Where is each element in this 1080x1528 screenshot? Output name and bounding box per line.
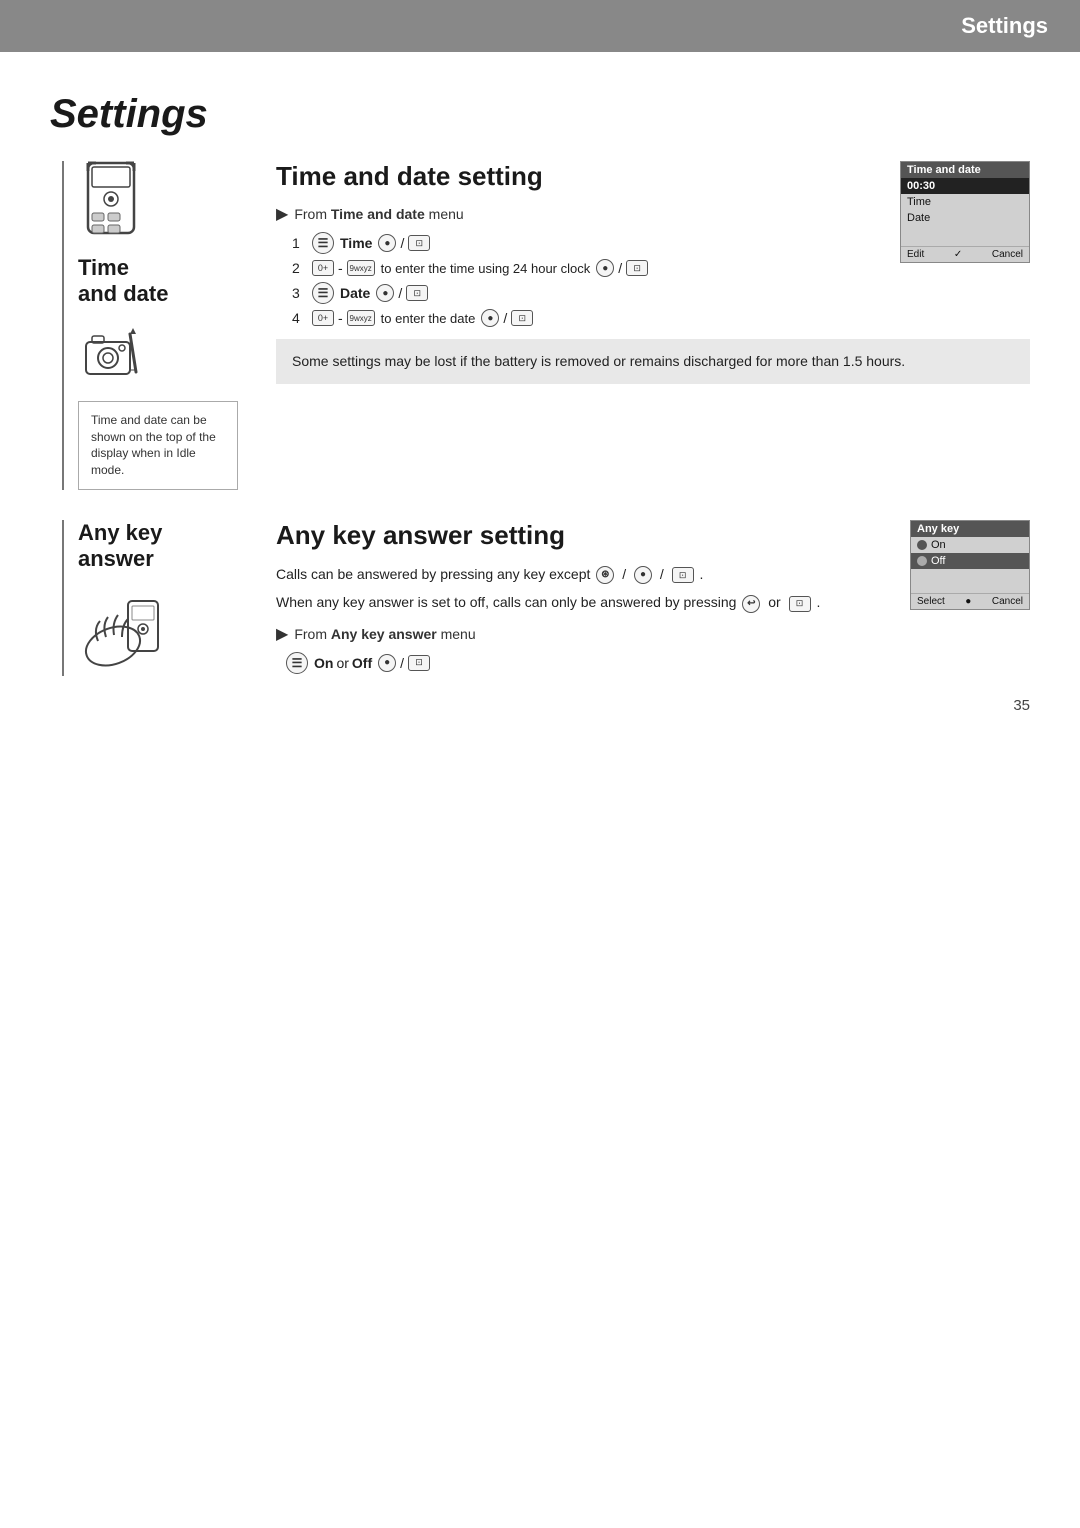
radio-off-icon [917, 556, 927, 566]
anykey-sidebar: Any key answer [50, 520, 260, 676]
arrow-icon-time: ▶ [276, 204, 288, 224]
screen-footer-anykey: Select ● Cancel [911, 593, 1029, 609]
screen-time-value: 00:30 [901, 178, 1029, 194]
except-icon3: ⊡ [672, 567, 694, 583]
tooltip-box-time: Time and date can be shown on the top of… [78, 401, 238, 490]
step-2-time: 2 0+ - 9wxyz to enter the time using 24 … [292, 259, 884, 277]
on-off-row: ☰ On or Off ● / ⊡ [284, 652, 1030, 674]
back-btn-anykey: ⊡ [408, 655, 430, 671]
anykey-content: Any key On Off Select ● Cancel Any key a… [260, 520, 1030, 676]
page-number: 35 [1013, 697, 1030, 714]
screen-footer-time: Edit ✓ Cancel [901, 246, 1029, 262]
time-date-sidebar: Time and date Ti [50, 161, 260, 490]
page-title: Settings [50, 92, 1030, 137]
time-date-label-wrap: Time and date Ti [50, 161, 260, 490]
anykey-label: Any key answer [78, 520, 260, 573]
time-date-label: Time and date [78, 255, 260, 308]
select-btn-2: ● [596, 259, 614, 277]
zero-plus-btn-4: 0+ [312, 310, 334, 326]
back-btn-3: ⊡ [406, 285, 428, 301]
anykey-label-wrap: Any key answer [50, 520, 260, 676]
accessories-icon-time [78, 324, 148, 384]
screen-on-row: On [911, 537, 1029, 553]
screen-mockup-time: Time and date 00:30 Time Date Edit ✓ Can… [900, 161, 1030, 263]
main-content: Settings [0, 52, 1080, 746]
nine-wxyz-btn-4: 9wxyz [347, 310, 375, 326]
call-back-icon: ↩ [742, 595, 760, 613]
time-date-content: Time and date 00:30 Time Date Edit ✓ Can… [260, 161, 1030, 490]
back-btn-1: ⊡ [408, 235, 430, 251]
top-header-bar: Settings [0, 0, 1080, 52]
header-title: Settings [961, 13, 1048, 39]
menu-icon-3: ☰ [312, 282, 334, 304]
anykey-device-icon [78, 591, 168, 671]
menu-icon-1: ☰ [312, 232, 334, 254]
screen-date-row: Date [901, 210, 1029, 226]
device-icon-time [78, 161, 158, 251]
from-menu-text-anykey: From Any key answer menu [294, 626, 475, 642]
except-icon1: ⊛ [596, 566, 614, 584]
screen-title-time: Time and date [901, 162, 1029, 178]
anykey-section: Any key answer [50, 520, 1030, 676]
off-label: Off [352, 655, 372, 671]
screen-off-row: Off [911, 553, 1029, 569]
time-date-section: Time and date Ti [50, 161, 1030, 490]
nine-wxyz-btn: 9wxyz [347, 260, 375, 276]
anykey-from-menu: ▶ From Any key answer menu [276, 624, 1030, 644]
select-btn-1: ● [378, 234, 396, 252]
on-label: On [314, 655, 333, 671]
step-1-time: 1 ☰ Time ● / ⊡ [292, 232, 884, 254]
end-icon: ⊡ [789, 596, 811, 612]
nav-icon-anykey: ☰ [286, 652, 308, 674]
screen-title-anykey: Any key [911, 521, 1029, 537]
from-menu-text-time: From Time and date menu [294, 206, 463, 222]
screen-mockup-anykey: Any key On Off Select ● Cancel [910, 520, 1030, 610]
select-btn-anykey: ● [378, 654, 396, 672]
step-4-time: 4 0+ - 9wxyz to enter the date ● / ⊡ [292, 309, 1030, 327]
except-icon2: ● [634, 566, 652, 584]
zero-plus-btn: 0+ [312, 260, 334, 276]
time-date-from-menu: ▶ From Time and date menu [276, 204, 884, 224]
note-box-time: Some settings may be lost if the battery… [276, 339, 1030, 384]
select-btn-4: ● [481, 309, 499, 327]
select-btn-3: ● [376, 284, 394, 302]
screen-time-row: Time [901, 194, 1029, 210]
step-3-time: 3 ☰ Date ● / ⊡ [292, 282, 1030, 304]
radio-on-icon [917, 540, 927, 550]
back-btn-2: ⊡ [626, 260, 648, 276]
arrow-icon-anykey: ▶ [276, 624, 288, 644]
back-btn-4: ⊡ [511, 310, 533, 326]
